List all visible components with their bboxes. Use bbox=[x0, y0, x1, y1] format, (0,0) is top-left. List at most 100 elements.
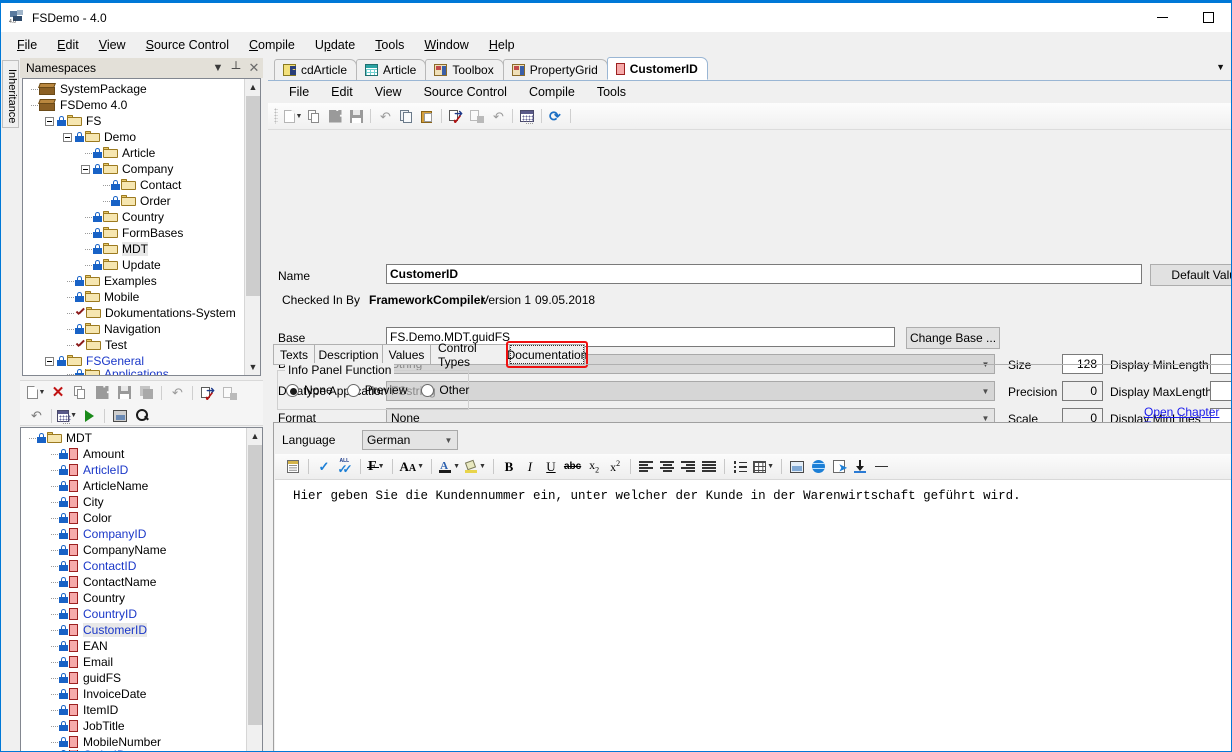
menu-window[interactable]: Window bbox=[414, 35, 478, 55]
highlight-color-button[interactable]: ▼ bbox=[463, 457, 488, 477]
tree-item[interactable]: ArticleName bbox=[21, 478, 246, 494]
plugin-button[interactable] bbox=[92, 383, 112, 403]
tree-item[interactable]: FSDemo 4.0 bbox=[23, 97, 244, 113]
tree-item[interactable]: Article bbox=[23, 145, 244, 161]
mdt-scrollbar[interactable]: ▲ bbox=[246, 428, 262, 751]
document-tab-article[interactable]: Article bbox=[356, 59, 427, 80]
tree-item[interactable]: FormBases bbox=[23, 225, 244, 241]
check-out-button[interactable] bbox=[467, 106, 487, 126]
save-button[interactable] bbox=[346, 106, 366, 126]
bullet-list-button[interactable] bbox=[730, 457, 750, 477]
name-input[interactable]: CustomerID bbox=[386, 264, 1142, 284]
tree-item[interactable]: Test bbox=[23, 337, 244, 353]
tree-item[interactable]: City bbox=[21, 494, 246, 510]
insert-anchor-button[interactable] bbox=[850, 457, 870, 477]
precision-input[interactable]: 0 bbox=[1062, 381, 1103, 401]
child-menu-compile[interactable]: Compile bbox=[518, 82, 586, 102]
tree-item[interactable]: Dokumentations-System bbox=[23, 305, 244, 321]
menu-edit[interactable]: Edit bbox=[47, 35, 89, 55]
tree-item[interactable]: Amount bbox=[21, 446, 246, 462]
documentation-text-body[interactable]: Hier geben Sie die Kundennummer ein, unt… bbox=[275, 480, 1231, 751]
tree-item[interactable]: Examples bbox=[23, 273, 244, 289]
document-tab-toolbox[interactable]: Toolbox bbox=[425, 59, 504, 80]
namespaces-scrollbar[interactable]: ▲ ▼ bbox=[244, 79, 260, 375]
underline-button[interactable]: U bbox=[541, 457, 561, 477]
child-menu-view[interactable]: View bbox=[364, 82, 413, 102]
check-in-button[interactable]: ➜ ✓ bbox=[446, 106, 466, 126]
tree-item[interactable]: MDT bbox=[23, 241, 244, 257]
collapse-toggle[interactable] bbox=[45, 356, 54, 366]
collapse-toggle[interactable] bbox=[45, 116, 54, 126]
font-color-button[interactable]: A ▼ bbox=[437, 457, 462, 477]
scroll-down-icon[interactable]: ▼ bbox=[245, 359, 260, 375]
scroll-up-icon[interactable]: ▲ bbox=[247, 428, 262, 444]
radio-other[interactable]: Other bbox=[421, 383, 469, 397]
child-menu-tools[interactable]: Tools bbox=[586, 82, 637, 102]
menu-source-control[interactable]: Source Control bbox=[136, 35, 239, 55]
child-menu-file[interactable]: File bbox=[278, 82, 320, 102]
collapse-toggle[interactable] bbox=[81, 164, 90, 174]
menu-help[interactable]: Help bbox=[479, 35, 525, 55]
child-menu-edit[interactable]: Edit bbox=[320, 82, 364, 102]
tab-control-types[interactable]: Control Types bbox=[430, 341, 510, 369]
horizontal-rule-button[interactable] bbox=[871, 457, 891, 477]
plugin-button[interactable] bbox=[325, 106, 345, 126]
tree-item[interactable]: Order bbox=[23, 193, 244, 209]
tree-item[interactable]: Contact bbox=[23, 177, 244, 193]
align-left-button[interactable] bbox=[636, 457, 656, 477]
tree-item[interactable]: Navigation bbox=[23, 321, 244, 337]
italic-button[interactable]: I bbox=[520, 457, 540, 477]
datatype-application-select[interactable]: FSstring ▼ bbox=[386, 381, 995, 401]
superscript-button[interactable]: x2 bbox=[605, 457, 625, 477]
close-icon[interactable]: ✕ bbox=[245, 60, 263, 76]
tree-item[interactable]: ArticleID bbox=[21, 462, 246, 478]
scrollbar-thumb[interactable] bbox=[246, 96, 260, 296]
refresh-button[interactable]: ⟳ bbox=[546, 106, 566, 126]
tab-description[interactable]: Description bbox=[314, 344, 383, 365]
scroll-up-icon[interactable]: ▲ bbox=[245, 79, 260, 95]
radio-none[interactable]: None bbox=[286, 383, 333, 397]
align-right-button[interactable] bbox=[678, 457, 698, 477]
document-tab-cdarticle[interactable]: cdArticle bbox=[274, 59, 358, 80]
redo-button[interactable]: ↷ bbox=[488, 106, 508, 126]
tree-item[interactable]: Color bbox=[21, 510, 246, 526]
bold-button[interactable]: B bbox=[499, 457, 519, 477]
tree-item[interactable]: MDT bbox=[21, 430, 246, 446]
tree-item[interactable]: EAN bbox=[21, 638, 246, 654]
run-button[interactable] bbox=[79, 406, 99, 426]
display-maxlength-input[interactable] bbox=[1210, 381, 1231, 401]
align-center-button[interactable] bbox=[657, 457, 677, 477]
tree-item[interactable]: CompanyID bbox=[21, 526, 246, 542]
insert-image-button[interactable] bbox=[787, 457, 807, 477]
save-button[interactable] bbox=[114, 383, 134, 403]
tab-values[interactable]: Values bbox=[382, 344, 431, 365]
save-all-button[interactable] bbox=[136, 383, 156, 403]
insert-hyperlink-button[interactable] bbox=[808, 457, 828, 477]
check-out-button[interactable] bbox=[220, 383, 240, 403]
menu-tools[interactable]: Tools bbox=[365, 35, 414, 55]
radio-preview[interactable]: Preview bbox=[346, 383, 407, 397]
insert-table-button[interactable]: ▼ bbox=[751, 457, 776, 477]
tree-item[interactable]: SystemPackage bbox=[23, 81, 244, 97]
undo-button[interactable]: ↷ bbox=[375, 106, 395, 126]
preview-button[interactable] bbox=[110, 406, 130, 426]
tab-texts[interactable]: Texts bbox=[273, 344, 315, 365]
strikethrough-button[interactable]: abc bbox=[562, 457, 583, 477]
inheritance-vertical-tab[interactable]: Inheritance bbox=[2, 60, 19, 128]
mdt-tree-panel[interactable]: MDT Amount ArticleID ArticleName City Color Co… bbox=[20, 427, 263, 751]
spellcheck-button[interactable]: ✓ bbox=[314, 457, 334, 477]
tree-item[interactable]: guidFS bbox=[21, 670, 246, 686]
copy-button[interactable] bbox=[304, 106, 324, 126]
redo-button[interactable]: ↷ bbox=[26, 406, 46, 426]
delete-button[interactable]: ✕ bbox=[48, 383, 68, 403]
collapse-toggle[interactable] bbox=[63, 132, 72, 142]
search-button[interactable] bbox=[132, 406, 152, 426]
tree-item[interactable]: CustomerID bbox=[21, 622, 246, 638]
copy-button[interactable] bbox=[70, 383, 90, 403]
chevron-down-icon[interactable]: ▼ bbox=[209, 62, 227, 74]
tree-item[interactable]: ItemID bbox=[21, 702, 246, 718]
tree-item[interactable]: MobileNumber bbox=[21, 734, 246, 750]
scrollbar-thumb[interactable] bbox=[248, 445, 262, 725]
menu-view[interactable]: View bbox=[89, 35, 136, 55]
tree-item[interactable]: Mobile bbox=[23, 289, 244, 305]
